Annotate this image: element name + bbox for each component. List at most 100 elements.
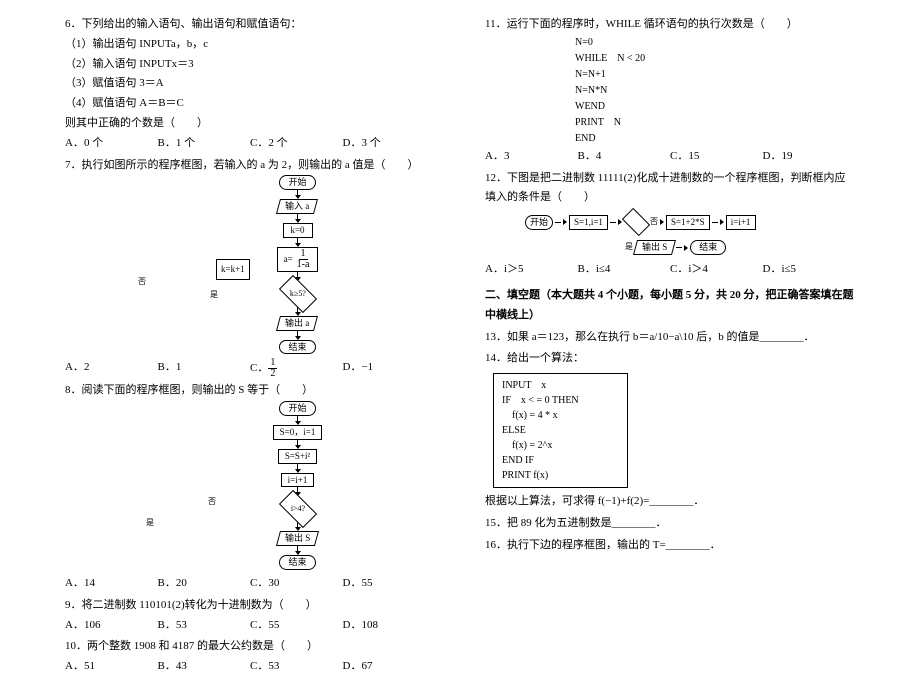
q8: 8．阅读下面的程序框图，则输出的 S 等于（ ） 开始 S=0，i=1 S=S+… [65,381,435,593]
fc-cond: k≥5? [278,275,316,313]
q11: 11．运行下面的程序时，WHILE 循环语句的执行次数是（ ） N=0 WHIL… [485,15,855,167]
q7-opt-d: D．−1 [343,358,436,379]
q6: 6．下列给出的输入语句、输出语句和赋值语句： （1）输出语句 INPUTa，b，… [65,15,435,154]
q8-opt-a: A．14 [65,574,158,594]
section2-title: 二、填空题（本大题共 4 个小题，每小题 5 分，共 20 分，把正确答案填在题… [485,286,855,326]
q8-opt-b: B．20 [158,574,251,594]
code-l6: END IF [502,453,619,468]
code-l1: INPUT x [502,378,619,393]
q12-opt-a: A．i＞5 [485,260,578,280]
fc-out: 输出 a [276,316,318,331]
q11-opt-d: D．19 [763,147,856,167]
q14-post: 根据以上算法，可求得 f(−1)+f(2)=________． [485,492,855,512]
q10: 10．两个整数 1908 和 4187 的最大公约数是（ ） A．51 B．43… [65,637,435,677]
q14: 14．给出一个算法： INPUT x IF x < = 0 THEN f(x) … [485,349,855,512]
fc-end: 结束 [690,240,726,255]
fc-inc: i=i+1 [281,473,315,488]
q10-opt-c: C．53 [250,657,343,677]
code-l7: END [575,131,855,147]
fc-yes: 是 [210,288,218,302]
q6-stem: 6．下列给出的输入语句、输出语句和赋值语句： [65,15,435,35]
fc-init: S=1,i=1 [569,215,608,230]
q11-stem: 11．运行下面的程序时，WHILE 循环语句的执行次数是（ ） [485,15,855,35]
fc-init: S=0，i=1 [273,425,323,440]
q9-options: A．106 B．53 C．55 D．108 [65,616,435,636]
q9-stem: 9．将二进制数 110101(2)转化为十进制数为（ ） [65,596,435,616]
fc-cond: i>4? [278,490,316,528]
code-l3: f(x) = 4 * x [502,408,619,423]
q12-opt-b: B．i≤4 [578,260,671,280]
q6-opt-d: D．3 个 [343,134,436,154]
q9-opt-a: A．106 [65,616,158,636]
q7-opt-b: B．1 [158,358,251,379]
q12: 12．下图是把二进制数 11111(2)化成十进制数的一个程序框图，判断框内应填… [485,169,855,280]
q10-opt-b: B．43 [158,657,251,677]
q6-l4: （4）赋值语句 A＝B＝C [65,94,435,114]
q12-stem: 12．下图是把二进制数 11111(2)化成十进制数的一个程序框图，判断框内应填… [485,169,855,209]
q12-opt-d: D．i≤5 [763,260,856,280]
q6-opt-c: C．2 个 [250,134,343,154]
q9-opt-b: B．53 [158,616,251,636]
fc-start: 开始 [525,215,553,230]
fc-no: 否 [650,215,658,229]
q10-opt-a: A．51 [65,657,158,677]
fc-end: 结束 [279,555,315,570]
code-l7: PRINT f(x) [502,468,619,483]
fc-start: 开始 [279,401,315,416]
fc-calc: S=1+2*S [666,215,710,230]
q7-stem: 7．执行如图所示的程序框图，若输入的 a 为 2，则输出的 a 值是（ ） [65,156,435,176]
fc-no: 否 [138,275,146,289]
fc-cond [622,208,650,236]
q6-l2: （2）输入语句 INPUTx＝3 [65,55,435,75]
q8-flowchart: 开始 S=0，i=1 S=S+i² i=i+1 i>4? 否 是 输出 S 结束 [160,401,435,570]
q14-code: INPUT x IF x < = 0 THEN f(x) = 4 * x ELS… [493,373,628,488]
q12-flowchart: 开始 S=1,i=1 否 S=1+2*S i=i+1 是 输出 S 结束 [485,214,855,260]
fc-input: 输入 a [276,199,318,214]
q8-opt-c: C．30 [250,574,343,594]
right-column: 11．运行下面的程序时，WHILE 循环语句的执行次数是（ ） N=0 WHIL… [485,15,855,635]
q6-options: A．0 个 B．1 个 C．2 个 D．3 个 [65,134,435,154]
code-l1: N=0 [575,35,855,51]
q15: 15．把 89 化为五进制数是________． [485,514,855,534]
q11-opt-a: A．3 [485,147,578,167]
left-column: 6．下列给出的输入语句、输出语句和赋值语句： （1）输出语句 INPUTa，b，… [65,15,435,635]
fc-assign: a= 11-a [277,247,319,272]
q9-opt-c: C．55 [250,616,343,636]
code-l6: PRINT N [575,115,855,131]
code-l5: f(x) = 2^x [502,438,619,453]
fc-out: 输出 S [633,240,676,255]
q11-opt-b: B．4 [578,147,671,167]
q7-options: A．2 B．1 C．12 D．−1 [65,358,435,379]
fc-inc: k=k+1 [216,259,250,279]
q6-opt-b: B．1 个 [158,134,251,154]
q16: 16．执行下边的程序框图，输出的 T=________． [485,536,855,556]
q9: 9．将二进制数 110101(2)转化为十进制数为（ ） A．106 B．53 … [65,596,435,636]
fc-no: 否 [208,495,216,509]
fc-init: k=0 [283,223,313,238]
code-l5: WEND [575,99,855,115]
q8-stem: 8．阅读下面的程序框图，则输出的 S 等于（ ） [65,381,435,401]
q13: 13．如果 a＝123，那么在执行 b＝a/10−a\10 后，b 的值是___… [485,328,855,348]
q6-opt-a: A．0 个 [65,134,158,154]
code-l2: IF x < = 0 THEN [502,393,619,408]
code-l3: N=N+1 [575,67,855,83]
q10-opt-d: D．67 [343,657,436,677]
fc-out: 输出 S [276,531,319,546]
q7-opt-a: A．2 [65,358,158,379]
q10-options: A．51 B．43 C．53 D．67 [65,657,435,677]
q8-options: A．14 B．20 C．30 D．55 [65,574,435,594]
q8-opt-d: D．55 [343,574,436,594]
q14-stem: 14．给出一个算法： [485,349,855,369]
code-l2: WHILE N < 20 [575,51,855,67]
fc-yes: 是 [625,240,633,254]
fc-start: 开始 [279,175,315,190]
q6-l5: 则其中正确的个数是（ ） [65,114,435,134]
q7-opt-c: C．12 [250,358,343,379]
fc-yes: 是 [146,516,154,530]
q12-options: A．i＞5 B．i≤4 C．i＞4 D．i≤5 [485,260,855,280]
q10-stem: 10．两个整数 1908 和 4187 的最大公约数是（ ） [65,637,435,657]
q7-flowchart: 开始 输入 a k=0 a= 11-a k=k+1 k≥5? 是 否 输出 a … [160,175,435,354]
code-l4: N=N*N [575,83,855,99]
code-l4: ELSE [502,423,619,438]
q6-l1: （1）输出语句 INPUTa，b，c [65,35,435,55]
